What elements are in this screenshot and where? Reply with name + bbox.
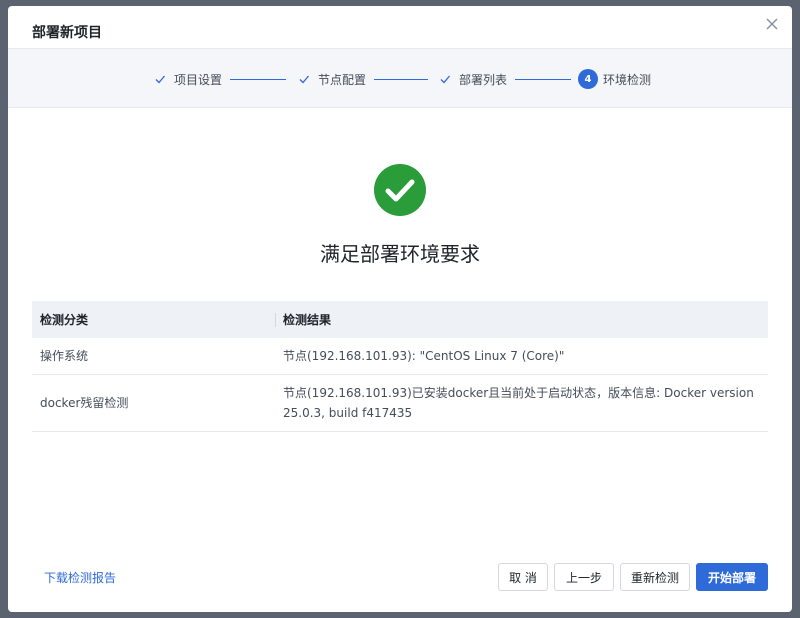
step-project-settings: 项目设置 — [154, 69, 222, 89]
step-label: 项目设置 — [174, 72, 223, 87]
result-title: 满足部署环境要求 — [320, 242, 480, 266]
step-env-check: 4 环境检测 — [578, 69, 651, 89]
check-circle-icon — [374, 164, 426, 216]
cell-category: 操作系统 — [32, 338, 275, 375]
column-header-category: 检测分类 — [32, 301, 275, 338]
step-connector — [374, 79, 428, 80]
step-label: 部署列表 — [459, 72, 508, 87]
footer-buttons: 取 消 上一步 重新检测 开始部署 — [498, 563, 768, 591]
cell-category: docker残留检测 — [32, 374, 275, 432]
table-header-row: 检测分类 检测结果 — [32, 301, 768, 338]
table-row: 操作系统 节点(192.168.101.93): "CentOS Linux 7… — [32, 338, 768, 375]
step-connector — [230, 79, 286, 80]
step-label: 节点配置 — [318, 72, 367, 87]
table-row: docker残留检测 节点(192.168.101.93)已安装docker且当… — [32, 374, 768, 432]
close-icon[interactable] — [764, 16, 780, 32]
prev-step-button[interactable]: 上一步 — [554, 563, 614, 591]
recheck-button[interactable]: 重新检测 — [620, 563, 690, 591]
step-node-config: 节点配置 — [298, 69, 366, 89]
step-connector — [515, 79, 571, 80]
deploy-modal: 部署新项目 项目设置 节点配置 部署列表 4 环境检测 满足部署环境要求 检测分… — [8, 6, 792, 612]
steps-bar: 项目设置 节点配置 部署列表 4 环境检测 — [8, 48, 792, 108]
check-icon — [440, 75, 450, 84]
cell-result: 节点(192.168.101.93): "CentOS Linux 7 (Cor… — [275, 338, 768, 375]
step-deploy-list: 部署列表 — [439, 69, 507, 89]
cell-result: 节点(192.168.101.93)已安装docker且当前处于启动状态，版本信… — [275, 374, 768, 432]
cancel-button[interactable]: 取 消 — [498, 563, 548, 591]
step-number: 4 — [578, 69, 598, 89]
check-results-table: 检测分类 检测结果 操作系统 节点(192.168.101.93): "Cent… — [32, 301, 768, 432]
check-icon — [155, 75, 165, 84]
modal-title: 部署新项目 — [32, 25, 102, 41]
step-label: 环境检测 — [603, 72, 652, 87]
download-report-link[interactable]: 下载检测报告 — [44, 569, 116, 586]
start-deploy-button[interactable]: 开始部署 — [696, 563, 768, 591]
check-icon — [299, 75, 309, 84]
column-header-result: 检测结果 — [275, 301, 768, 338]
